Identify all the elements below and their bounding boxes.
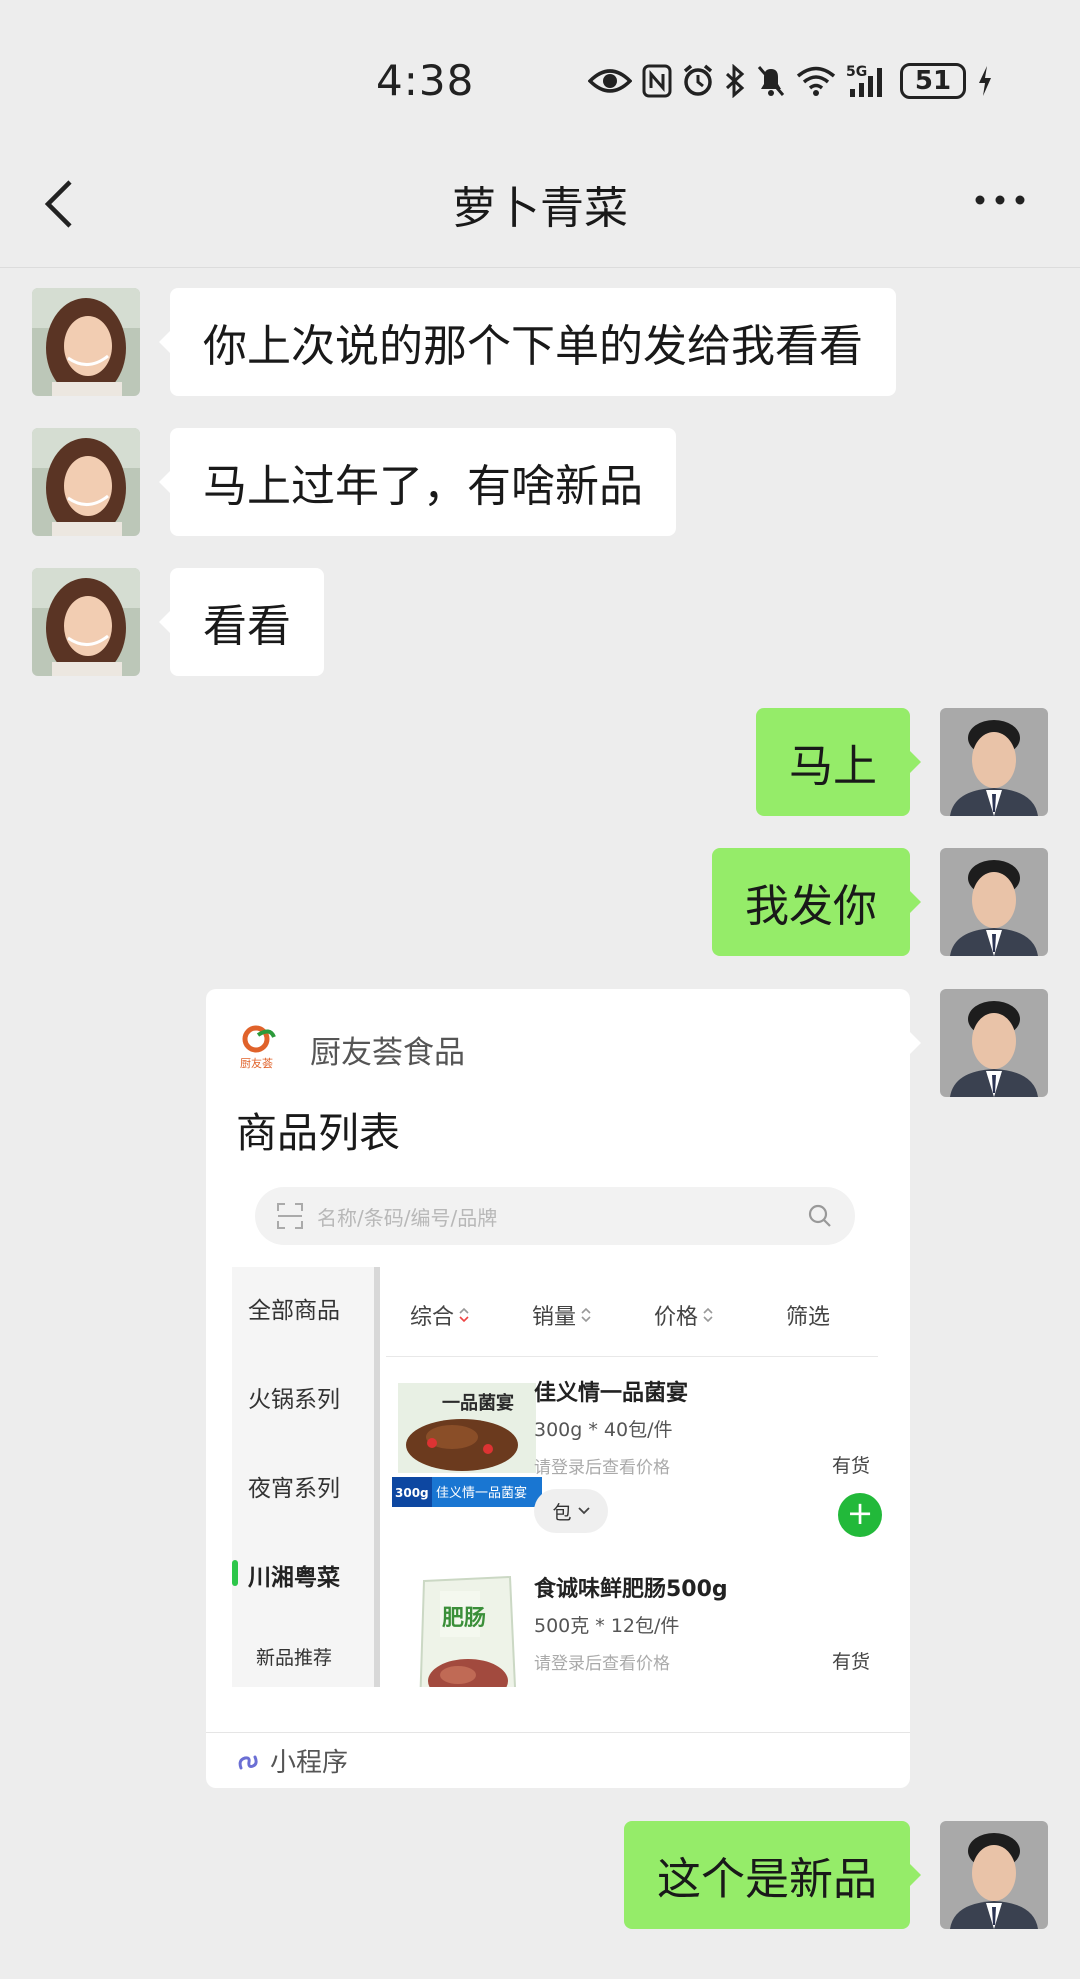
sort-arrows-icon: [581, 1307, 591, 1323]
chat-header: 萝卜青菜: [0, 150, 1080, 268]
battery-indicator: 51: [900, 63, 966, 99]
sort-arrows-icon: [459, 1307, 469, 1323]
card-source-name: 厨友荟食品: [310, 1034, 465, 1071]
sort-label: 综合: [410, 1305, 455, 1330]
product-image: 肥肠: [392, 1569, 542, 1687]
product-row: 肥肠 食诚味鲜肥肠500g 500克 * 12包/件 请登录后查看价格 有货: [386, 1559, 878, 1687]
charging-icon: [976, 61, 994, 101]
mute-bell-icon: [756, 61, 786, 101]
contact-avatar[interactable]: [32, 288, 140, 396]
mini-program-label: 小程序: [270, 1748, 349, 1778]
category-item: 夜宵系列: [248, 1476, 340, 1502]
product-spec: 300g * 40包/件: [534, 1419, 673, 1441]
category-item: 火锅系列: [248, 1387, 340, 1413]
sort-arrows-icon: [703, 1307, 713, 1323]
add-to-cart-icon: +: [838, 1493, 882, 1537]
status-time: 4:38: [376, 56, 475, 105]
contact-avatar[interactable]: [32, 428, 140, 536]
bluetooth-icon: [724, 61, 746, 101]
wifi-icon: [796, 61, 836, 101]
sort-option: 综合: [410, 1299, 470, 1331]
category-item-active: 川湘粤菜: [248, 1565, 340, 1591]
search-placeholder: 名称/条码/编号/品牌: [317, 1205, 498, 1230]
chat-title: 萝卜青菜: [452, 183, 628, 234]
product-image-banner: 佳义情一品菌宴: [436, 1485, 527, 1501]
card-header: 厨友荟 厨友荟食品: [240, 1019, 465, 1079]
eye-icon: [588, 61, 632, 101]
category-item: 全部商品: [248, 1298, 340, 1324]
filter-option: 筛选: [786, 1305, 831, 1330]
product-image-label: 一品菌宴: [442, 1392, 514, 1414]
card-footer: 小程序: [206, 1732, 910, 1788]
scan-icon: [277, 1203, 303, 1229]
message-bubble-incoming[interactable]: 马上过年了，有啥新品: [159, 428, 676, 536]
product-spec: 500克 * 12包/件: [534, 1615, 680, 1637]
status-icons: 5G 51: [588, 58, 994, 104]
message-bubble-outgoing[interactable]: 马上: [756, 708, 921, 816]
sort-label: 价格: [654, 1305, 699, 1330]
brand-logo: 厨友荟: [240, 1023, 280, 1075]
product-row: 一品菌宴 300g 佳义情一品菌宴 佳义情一品菌宴 300g * 40包/件 请…: [386, 1363, 882, 1537]
contact-avatar[interactable]: [32, 568, 140, 676]
product-image-badge: 300g: [395, 1486, 429, 1500]
active-category-marker: [232, 1560, 238, 1586]
price-login-note: 请登录后查看价格: [534, 1458, 670, 1478]
message-bubble-outgoing[interactable]: 我发你: [712, 848, 921, 956]
mini-program-icon: [238, 1755, 258, 1769]
self-avatar[interactable]: [940, 989, 1048, 1097]
card-title: 商品列表: [236, 1109, 400, 1157]
logo-text: 厨友荟: [240, 1056, 273, 1070]
self-avatar[interactable]: [940, 848, 1048, 956]
nfc-icon: [642, 61, 672, 101]
search-icon: [808, 1204, 831, 1227]
self-avatar[interactable]: [940, 708, 1048, 816]
card-preview: 名称/条码/编号/品牌 全部商品 火锅系列 夜宵系列 川湘粤菜 新品推荐 综合 …: [232, 1167, 888, 1687]
network-type-label: 5G: [846, 64, 867, 80]
more-dots-icon: [975, 195, 1025, 205]
product-name: 佳义情一品菌宴: [534, 1381, 689, 1406]
category-sidebar: 全部商品 火锅系列 夜宵系列 川湘粤菜 新品推荐: [232, 1267, 380, 1687]
sort-bar: 综合 销量 价格 筛选: [386, 1267, 878, 1357]
alarm-icon: [682, 61, 714, 101]
mini-program-card[interactable]: 厨友荟 厨友荟食品 商品列表 名称/条码/编号/品牌 全部商品 火锅系列 夜宵系…: [206, 989, 921, 1788]
category-item: 新品推荐: [256, 1647, 333, 1669]
product-image-label: 肥肠: [442, 1605, 486, 1631]
sort-label: 销量: [532, 1305, 577, 1330]
signal-icon: 5G: [846, 61, 890, 101]
more-button[interactable]: [970, 180, 1030, 220]
chevron-down-icon: [577, 1507, 590, 1515]
message-bubble-incoming[interactable]: 看看: [159, 568, 324, 676]
message-bubble-incoming[interactable]: 你上次说的那个下单的发给我看看: [159, 288, 896, 396]
sort-option: 价格: [654, 1299, 714, 1331]
search-bar: 名称/条码/编号/品牌: [255, 1187, 855, 1245]
stock-status: 有货: [832, 1651, 871, 1673]
unit-label: 包: [552, 1501, 572, 1524]
message-bubble-outgoing[interactable]: 这个是新品: [624, 1821, 921, 1929]
price-login-note: 请登录后查看价格: [534, 1654, 670, 1674]
product-name: 食诚味鲜肥肠500g: [534, 1577, 728, 1602]
unit-selector: 包: [534, 1489, 608, 1533]
stock-status: 有货: [832, 1455, 871, 1477]
status-bar: 4:38 5G 51: [0, 0, 1080, 150]
product-image: 一品菌宴 300g 佳义情一品菌宴: [392, 1373, 542, 1513]
sort-option: 销量: [532, 1299, 592, 1331]
self-avatar[interactable]: [940, 1821, 1048, 1929]
